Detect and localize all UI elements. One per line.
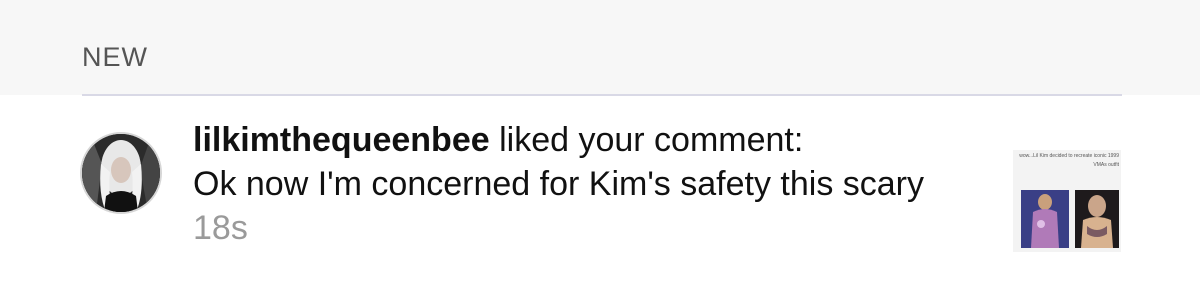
thumbnail-photo-right bbox=[1075, 190, 1119, 248]
thumbnail-photo-left bbox=[1021, 190, 1069, 248]
section-divider bbox=[82, 94, 1122, 96]
avatar-image-icon bbox=[82, 134, 160, 212]
section-header-new: NEW bbox=[82, 42, 148, 72]
post-thumbnail[interactable]: wow...Lil Kim decided to recreate iconic… bbox=[1013, 150, 1121, 252]
header-band bbox=[0, 0, 1200, 95]
notification-comment: Ok now I'm concerned for Kim's safety th… bbox=[193, 165, 924, 203]
notification-text[interactable]: lilkimthequeenbee liked your comment: Ok… bbox=[193, 118, 983, 250]
notification-action: liked your comment: bbox=[489, 121, 804, 159]
notification-username[interactable]: lilkimthequeenbee bbox=[193, 121, 490, 159]
post-thumbnail-caption: wow...Lil Kim decided to recreate iconic… bbox=[1019, 153, 1119, 168]
avatar[interactable] bbox=[80, 132, 162, 214]
notification-timestamp: 18s bbox=[193, 209, 248, 247]
